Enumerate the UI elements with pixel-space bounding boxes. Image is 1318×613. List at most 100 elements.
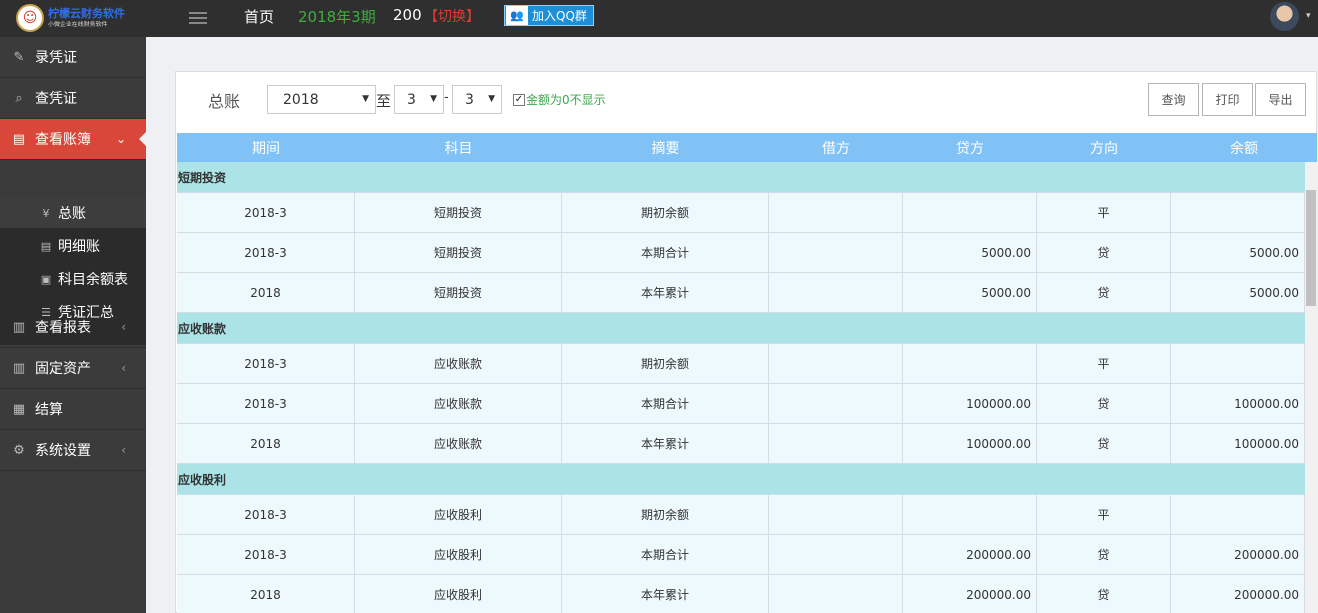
cell-balance [1171, 193, 1305, 232]
scrollbar-thumb[interactable] [1306, 190, 1316, 306]
cell-summary: 期初余额 [562, 495, 769, 534]
settlement-icon: ▦ [12, 401, 26, 417]
cell-account: 应收账款 [355, 344, 562, 383]
sidebar-item-view-reports[interactable]: ▥ 查看报表 ‹ [0, 307, 146, 348]
table-row[interactable]: 2018 应收账款 本年累计 100000.00 贷 100000.00 [177, 424, 1305, 464]
cell-balance [1171, 495, 1305, 534]
column-header-period: 期间 [252, 140, 280, 157]
cell-account: 短期投资 [355, 233, 562, 272]
cell-debit [769, 495, 903, 534]
sidebar-item-record-voucher[interactable]: ✎ 录凭证 [0, 37, 146, 78]
cell-direction: 贷 [1037, 233, 1171, 272]
cell-direction: 贷 [1037, 535, 1171, 574]
cell-debit [769, 344, 903, 383]
chevron-left-icon: ‹ [121, 361, 126, 375]
cell-balance: 5000.00 [1171, 273, 1305, 312]
export-button[interactable]: 导出 [1255, 83, 1306, 116]
menu-toggle-icon[interactable] [189, 9, 207, 27]
cell-period: 2018-3 [177, 193, 355, 232]
cell-credit: 100000.00 [903, 424, 1037, 463]
cell-credit [903, 344, 1037, 383]
table-row[interactable]: 2018-3 应收账款 期初余额 平 [177, 344, 1305, 384]
hide-zero-label[interactable]: 金额为0不显示 [526, 91, 606, 108]
chevron-left-icon: ‹ [121, 320, 126, 334]
logo-subtitle: 小微企业在线财务软件 [48, 20, 108, 28]
cell-debit [769, 233, 903, 272]
column-header-direction: 方向 [1090, 140, 1118, 157]
table-row[interactable]: 2018-3 应收账款 本期合计 100000.00 贷 100000.00 [177, 384, 1305, 424]
account-number: 200 [393, 6, 422, 24]
cell-summary: 本年累计 [562, 575, 769, 613]
table-row[interactable]: 2018-3 应收股利 期初余额 平 [177, 495, 1305, 535]
cell-credit: 200000.00 [903, 575, 1037, 613]
join-qq-group-button[interactable]: 👥 加入QQ群 [504, 5, 594, 26]
cell-credit: 100000.00 [903, 384, 1037, 423]
table-row[interactable]: 2018 应收股利 本年累计 200000.00 贷 200000.00 [177, 575, 1305, 613]
range-dash: - [444, 90, 449, 105]
cell-period: 2018-3 [177, 384, 355, 423]
end-month-select[interactable]: 3 ▼ [452, 85, 502, 114]
sidebar-item-label: 固定资产 [35, 361, 91, 377]
cell-account: 应收股利 [355, 535, 562, 574]
hide-zero-checkbox[interactable]: ✓ [513, 94, 525, 106]
sidebar-item-fixed-assets[interactable]: ▥ 固定资产 ‹ [0, 348, 146, 389]
table-scrollbar[interactable] [1305, 162, 1317, 613]
cell-account: 应收股利 [355, 575, 562, 613]
sidebar-item-view-voucher[interactable]: ⌕ 查凭证 [0, 78, 146, 119]
yen-icon: ¥ [42, 206, 50, 220]
print-button[interactable]: 打印 [1202, 83, 1253, 116]
sidebar-item-label: 录凭证 [35, 50, 77, 66]
dropdown-caret-icon: ▼ [430, 94, 437, 104]
sidebar-item-label: 查看账簿 [35, 132, 91, 148]
cell-debit [769, 575, 903, 613]
cell-account: 应收账款 [355, 424, 562, 463]
table-row[interactable]: 2018 短期投资 本年累计 5000.00 贷 5000.00 [177, 273, 1305, 313]
column-header-account: 科目 [444, 140, 473, 157]
year-select[interactable]: 2018 ▼ [267, 85, 376, 114]
cell-period: 2018-3 [177, 233, 355, 272]
cell-account: 短期投资 [355, 273, 562, 312]
logo-title: 柠檬云财务软件 [48, 7, 125, 20]
sidebar-item-system-settings[interactable]: ⚙ 系统设置 ‹ [0, 430, 146, 471]
gear-icon: ⚙ [13, 442, 25, 458]
user-menu-caret-icon[interactable]: ▾ [1306, 11, 1311, 21]
table-row[interactable]: 2018-3 应收股利 本期合计 200000.00 贷 200000.00 [177, 535, 1305, 575]
user-avatar[interactable] [1270, 2, 1299, 31]
cell-direction: 平 [1037, 344, 1171, 383]
cell-balance: 100000.00 [1171, 384, 1305, 423]
table-row[interactable]: 2018-3 短期投资 期初余额 平 [177, 193, 1305, 233]
range-to-label: 至 [376, 92, 392, 110]
sidebar-item-label: 查看报表 [35, 320, 91, 336]
cell-credit [903, 495, 1037, 534]
cell-summary: 本年累计 [562, 424, 769, 463]
submenu-item-account-balance[interactable]: ▣ 科目余额表 [0, 264, 146, 294]
start-month-value: 3 [407, 91, 416, 108]
submenu-item-detail-ledger[interactable]: ▤ 明细账 [0, 231, 146, 261]
ledger-table-body: 短期投资 2018-3 短期投资 期初余额 平 2018-3 短期投资 本期合计… [177, 162, 1305, 613]
query-button[interactable]: 查询 [1148, 83, 1199, 116]
cell-direction: 平 [1037, 193, 1171, 232]
cell-period: 2018 [177, 424, 355, 463]
cell-period: 2018 [177, 575, 355, 613]
submenu-item-label: 总账 [58, 206, 86, 222]
cell-direction: 平 [1037, 495, 1171, 534]
table-row[interactable]: 2018-3 短期投资 本期合计 5000.00 贷 5000.00 [177, 233, 1305, 273]
cell-summary: 本期合计 [562, 233, 769, 272]
sidebar-item-settlement[interactable]: ▦ 结算 [0, 389, 146, 430]
start-month-select[interactable]: 3 ▼ [394, 85, 444, 114]
logo-text: 柠檬云财务软件 小微企业在线财务软件 [48, 8, 125, 28]
submenu-item-general-ledger[interactable]: ¥ 总账 [0, 198, 146, 228]
column-header-summary: 摘要 [651, 140, 680, 157]
cell-balance: 200000.00 [1171, 575, 1305, 613]
column-header-debit: 借方 [822, 140, 850, 157]
ledger-icon: ▤ [12, 131, 26, 147]
app-logo[interactable]: ☺ 柠檬云财务软件 小微企业在线财务软件 [16, 3, 146, 33]
sidebar-item-view-ledger[interactable]: ▤ 查看账簿 ⌄ [0, 119, 147, 160]
switch-account-link[interactable]: 【切换】 [424, 6, 480, 26]
dropdown-caret-icon: ▼ [362, 94, 369, 104]
cell-direction: 贷 [1037, 575, 1171, 613]
nav-home-link[interactable]: 首页 [244, 6, 274, 27]
cell-summary: 期初余额 [562, 344, 769, 383]
cell-period: 2018-3 [177, 344, 355, 383]
column-header-credit: 贷方 [956, 140, 984, 157]
